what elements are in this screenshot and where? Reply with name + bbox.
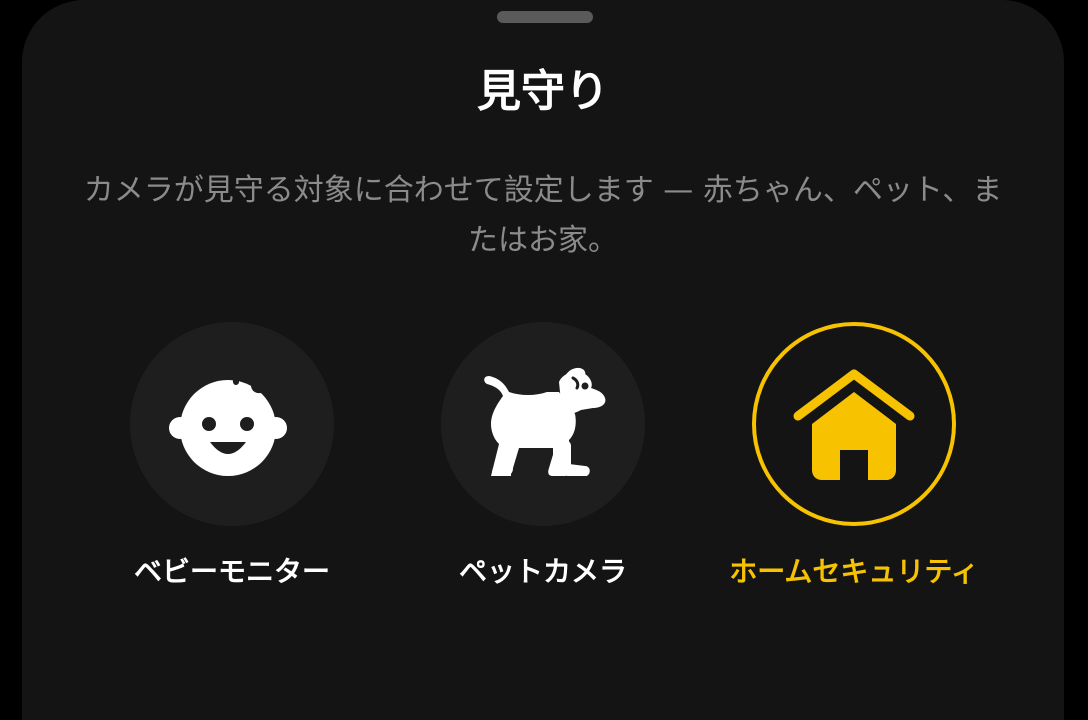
bottom-sheet: 見守り カメラが見守る対象に合わせて設定します — 赤ちゃん、ペット、またはお家… [22, 0, 1064, 720]
sheet-title: 見守り [477, 66, 609, 117]
sheet-grabber-handle[interactable] [497, 11, 593, 23]
option-baby-monitor[interactable]: ベビーモニター [82, 322, 382, 612]
house-icon [793, 369, 915, 480]
option-pet-camera[interactable]: ペットカメラ [393, 322, 693, 612]
monitoring-mode-options: ベビーモニター ペットカメラ ホームセキュリティ [22, 322, 1064, 612]
option-home-security-circle [752, 322, 956, 526]
option-baby-monitor-circle [130, 322, 334, 526]
option-pet-camera-circle [441, 322, 645, 526]
option-pet-camera-label: ペットカメラ [458, 555, 627, 588]
option-home-security[interactable]: ホームセキュリティ [704, 322, 1004, 612]
dog-icon [484, 367, 606, 476]
option-baby-monitor-label: ベビーモニター [133, 555, 330, 588]
option-home-security-label: ホームセキュリティ [729, 555, 979, 588]
sheet-description: カメラが見守る対象に合わせて設定します — 赤ちゃん、ペット、またはお家。 [83, 173, 1003, 258]
baby-face-icon [169, 363, 287, 476]
